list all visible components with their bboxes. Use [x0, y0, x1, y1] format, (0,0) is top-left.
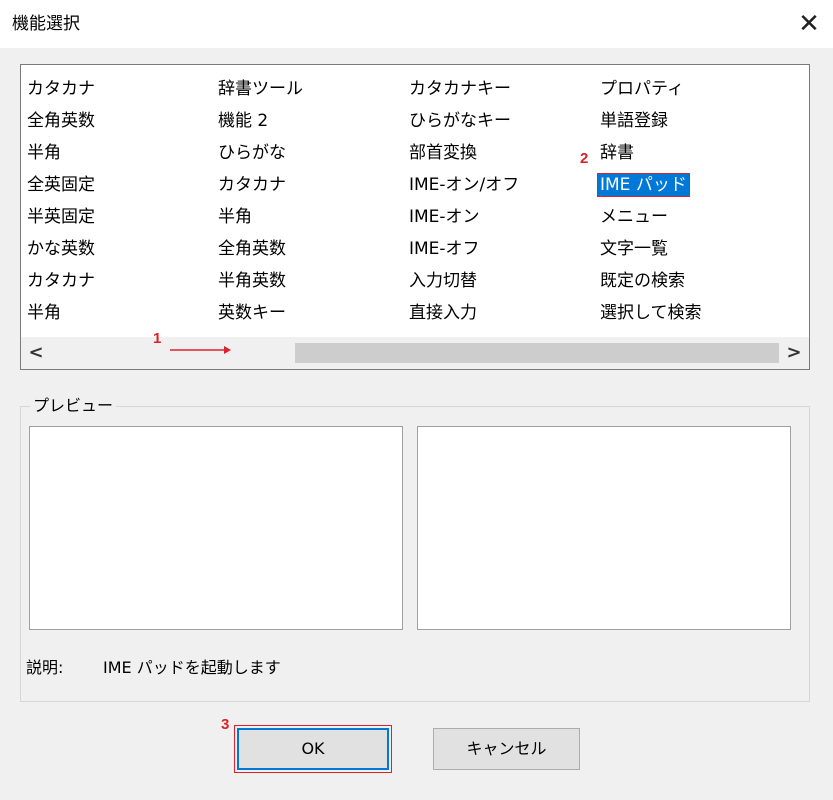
list-item[interactable]: IME-オフ: [403, 233, 594, 265]
list-item-label: プロパティ: [600, 79, 684, 99]
title-bar: 機能選択 ✕: [0, 0, 833, 48]
ok-button[interactable]: OK: [234, 725, 392, 773]
scroll-left-icon[interactable]: <: [21, 337, 51, 369]
list-item[interactable]: 単語登録: [594, 105, 785, 137]
list-item[interactable]: プロパティ: [594, 73, 785, 105]
preview-pane-right: [417, 426, 791, 630]
window-title: 機能選択: [12, 14, 80, 34]
list-item[interactable]: かな英数: [21, 233, 212, 265]
list-item[interactable]: カタカナキー: [403, 73, 594, 105]
list-item-label: 半角英数: [218, 271, 286, 291]
callout-1: 1: [153, 330, 162, 347]
list-item-label: 英数キー: [218, 303, 286, 323]
list-item[interactable]: 辞書: [594, 137, 785, 169]
list-item-label: IME-オン: [409, 207, 480, 227]
list-item[interactable]: カタカナ: [21, 73, 212, 105]
list-item-label: ひらがな: [218, 143, 286, 163]
list-item-label: カタカナ: [218, 175, 286, 195]
list-item[interactable]: 半角: [21, 297, 212, 329]
cancel-button[interactable]: キャンセル: [433, 728, 580, 770]
callout-arrow-icon: [170, 346, 231, 354]
list-item[interactable]: ひらがなキー: [403, 105, 594, 137]
list-item-label: カタカナ: [27, 79, 95, 99]
description-label: 説明:: [26, 658, 64, 677]
list-item[interactable]: 直接入力: [403, 297, 594, 329]
callout-2: 2: [580, 150, 589, 167]
list-item-label: 全英固定: [27, 175, 95, 195]
callout-3: 3: [221, 716, 230, 733]
list-item-label: メニュー: [600, 207, 668, 227]
list-item[interactable]: 入力切替: [403, 265, 594, 297]
list-item-label: 半角: [27, 303, 61, 323]
list-item-label: かな英数: [27, 239, 95, 259]
scroll-right-icon[interactable]: >: [779, 337, 809, 369]
list-item[interactable]: カタカナ: [21, 265, 212, 297]
list-item-label: 半角: [27, 143, 61, 163]
list-item-label: 選択して検索: [600, 303, 702, 323]
preview-label: プレビュー: [30, 394, 117, 418]
list-item[interactable]: 辞書ツール: [212, 73, 403, 105]
close-icon[interactable]: ✕: [791, 6, 827, 42]
list-item-label: 辞書: [600, 143, 634, 163]
function-grid: カタカナ 全角英数 半角 全英固定 半英固定 かな英数 カタカナ 半角 辞書ツール 機能 2 ひらが…: [21, 73, 809, 329]
list-item-label: 半角: [218, 207, 252, 227]
list-item[interactable]: 半英固定: [21, 201, 212, 233]
list-item[interactable]: 半角: [21, 137, 212, 169]
list-item[interactable]: 全角英数: [21, 105, 212, 137]
list-item[interactable]: ひらがな: [212, 137, 403, 169]
list-item-label: IME-オン/オフ: [409, 175, 520, 195]
list-item[interactable]: 選択して検索: [594, 297, 785, 329]
list-item-label: 部首変換: [409, 143, 477, 163]
list-item[interactable]: 全角英数: [212, 233, 403, 265]
list-item-label: IME-オフ: [409, 239, 480, 259]
list-item-label: 直接入力: [409, 303, 477, 323]
list-item-label: 全角英数: [218, 239, 286, 259]
list-item-label: ひらがなキー: [409, 111, 511, 131]
horizontal-scrollbar[interactable]: < >: [21, 337, 809, 369]
list-item[interactable]: IME-オン: [403, 201, 594, 233]
list-item-label: 機能 2: [218, 111, 269, 131]
description-text: IME パッドを起動します: [103, 658, 281, 677]
preview-pane-left: [29, 426, 403, 630]
list-item-label: 半英固定: [27, 207, 95, 227]
list-item-label: 既定の検索: [600, 271, 685, 291]
list-item[interactable]: 文字一覧: [594, 233, 785, 265]
list-item-label: 辞書ツール: [218, 79, 303, 99]
list-item-label: カタカナ: [27, 271, 95, 291]
list-item[interactable]: IME-オン/オフ: [403, 169, 594, 201]
list-item-label: 文字一覧: [600, 239, 668, 259]
list-item-selected[interactable]: IME パッド: [594, 169, 785, 201]
list-item[interactable]: 既定の検索: [594, 265, 785, 297]
list-item[interactable]: 半角: [212, 201, 403, 233]
list-item-label: 全角英数: [27, 111, 95, 131]
list-item[interactable]: 部首変換: [403, 137, 594, 169]
list-item-label: 入力切替: [409, 271, 477, 291]
list-item-label: カタカナキー: [409, 79, 511, 99]
list-item[interactable]: メニュー: [594, 201, 785, 233]
list-item[interactable]: カタカナ: [212, 169, 403, 201]
list-item[interactable]: 半角英数: [212, 265, 403, 297]
list-item[interactable]: 全英固定: [21, 169, 212, 201]
list-item-label: IME パッド: [597, 173, 690, 197]
list-item[interactable]: 機能 2: [212, 105, 403, 137]
list-item[interactable]: 英数キー: [212, 297, 403, 329]
list-item-label: 単語登録: [600, 111, 668, 131]
function-listbox[interactable]: カタカナ 全角英数 半角 全英固定 半英固定 かな英数 カタカナ 半角 辞書ツール 機能 2 ひらが…: [20, 64, 810, 370]
scrollbar-thumb[interactable]: [295, 343, 779, 363]
